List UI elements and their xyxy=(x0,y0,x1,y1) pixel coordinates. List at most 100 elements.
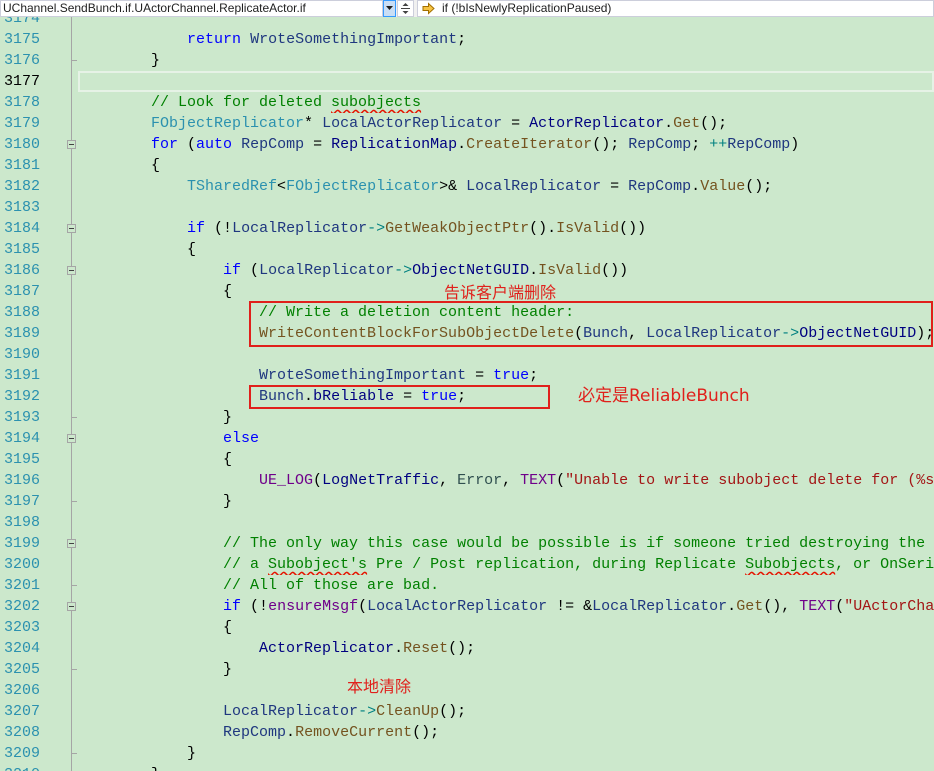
outline-end-marker xyxy=(71,585,77,586)
code-token: . xyxy=(727,598,737,615)
code-line[interactable]: 3194 else xyxy=(0,428,934,449)
collapse-button[interactable] xyxy=(67,140,76,149)
code-line[interactable]: 3209 } xyxy=(0,743,934,764)
code-token: = xyxy=(502,115,530,132)
collapse-button[interactable] xyxy=(67,602,76,611)
code-token: . xyxy=(286,724,296,741)
code-text: } xyxy=(79,407,934,428)
code-token: "UActorCha xyxy=(844,598,934,615)
code-line[interactable]: 3178 // Look for deleted subobjects xyxy=(0,92,934,113)
code-line[interactable]: 3195 { xyxy=(0,449,934,470)
outline-end-marker xyxy=(71,753,77,754)
code-token: RepComp xyxy=(628,178,692,195)
code-text: { xyxy=(79,449,934,470)
code-line[interactable]: 3185 { xyxy=(0,239,934,260)
code-token: ( xyxy=(313,472,323,489)
code-line[interactable]: 3204 ActorReplicator.Reset(); xyxy=(0,638,934,659)
code-line[interactable]: 3205 } xyxy=(0,659,934,680)
line-number: 3179 xyxy=(3,115,40,132)
code-line[interactable]: 3184 if (!LocalReplicator->GetWeakObject… xyxy=(0,218,934,239)
code-line[interactable]: 3182 TSharedRef<FObjectReplicator>& Loca… xyxy=(0,176,934,197)
code-line[interactable]: 3175 return WroteSomethingImportant; xyxy=(0,29,934,50)
code-line[interactable]: 3176 } xyxy=(0,50,934,71)
code-line[interactable]: 3186 if (LocalReplicator->ObjectNetGUID.… xyxy=(0,260,934,281)
line-number: 3203 xyxy=(3,619,40,636)
line-number: 3180 xyxy=(3,136,40,153)
code-token: ++ xyxy=(709,136,728,153)
code-line[interactable]: 3206 xyxy=(0,680,934,701)
collapse-button[interactable] xyxy=(67,434,76,443)
code-token: . xyxy=(529,262,539,279)
code-line[interactable]: 3203 { xyxy=(0,617,934,638)
code-line[interactable]: 3180 for (auto RepComp = ReplicationMap.… xyxy=(0,134,934,155)
code-text: RepComp.RemoveCurrent(); xyxy=(79,722,934,743)
code-token: (); xyxy=(439,703,467,720)
code-line[interactable]: 3202 if (!ensureMsgf(LocalActorReplicato… xyxy=(0,596,934,617)
code-line[interactable]: 3198 xyxy=(0,512,934,533)
code-line[interactable]: 3208 RepComp.RemoveCurrent(); xyxy=(0,722,934,743)
code-token: WroteSomethingImportant xyxy=(250,31,458,48)
code-line[interactable]: 3197 } xyxy=(0,491,934,512)
code-token: } xyxy=(223,493,233,510)
collapse-button[interactable] xyxy=(67,224,76,233)
scope-dropdown[interactable]: UChannel.SendBunch.if.UActorChannel.Repl… xyxy=(0,0,383,17)
code-text: else xyxy=(79,428,934,449)
code-line[interactable]: 3196 UE_LOG(LogNetTraffic, Error, TEXT("… xyxy=(0,470,934,491)
code-token: != & xyxy=(547,598,593,615)
code-line[interactable]: 3210 } xyxy=(0,764,934,771)
code-line[interactable]: 3193 } xyxy=(0,407,934,428)
code-text: ActorReplicator.Reset(); xyxy=(79,638,934,659)
code-line[interactable]: 3179 FObjectReplicator* LocalActorReplic… xyxy=(0,113,934,134)
code-line[interactable]: 3190 xyxy=(0,344,934,365)
code-token: Subobjects xyxy=(745,556,836,573)
code-token: = xyxy=(304,136,332,153)
scope-dropdown-button[interactable] xyxy=(383,0,396,17)
line-number: 3209 xyxy=(3,745,40,762)
code-token: if xyxy=(223,598,242,615)
code-text: } xyxy=(79,659,934,680)
line-number: 3204 xyxy=(3,640,40,657)
code-line[interactable]: 3181 { xyxy=(0,155,934,176)
code-token: LocalReplicator xyxy=(592,598,728,615)
code-line[interactable]: 3199 // The only way this case would be … xyxy=(0,533,934,554)
code-token: ( xyxy=(358,598,368,615)
line-number: 3188 xyxy=(3,304,40,321)
code-line[interactable]: 3201 // All of those are bad. xyxy=(0,575,934,596)
code-token: } xyxy=(223,661,233,678)
code-token: Error xyxy=(457,472,503,489)
code-token: . xyxy=(457,136,467,153)
annotation-box xyxy=(249,301,933,347)
code-line[interactable]: 3191 WroteSomethingImportant = true; xyxy=(0,365,934,386)
code-text: { xyxy=(79,155,934,176)
line-number: 3194 xyxy=(3,430,40,447)
code-line[interactable]: 3174 xyxy=(0,17,934,29)
code-token: CleanUp xyxy=(376,703,440,720)
code-line[interactable]: 3207 LocalReplicator->CleanUp(); xyxy=(0,701,934,722)
code-token: // Look for deleted xyxy=(151,94,332,111)
line-number: 3201 xyxy=(3,577,40,594)
collapse-button[interactable] xyxy=(67,266,76,275)
code-token: -> xyxy=(358,703,377,720)
code-text: if (LocalReplicator->ObjectNetGUID.IsVal… xyxy=(79,260,934,281)
code-line[interactable]: 3177 xyxy=(0,71,934,92)
line-number: 3193 xyxy=(3,409,40,426)
code-line[interactable]: 3183 xyxy=(0,197,934,218)
code-token: ActorReplicator xyxy=(529,115,665,132)
minus-icon xyxy=(69,270,74,271)
code-token: { xyxy=(223,619,233,636)
collapse-button[interactable] xyxy=(67,539,76,548)
line-number: 3208 xyxy=(3,724,40,741)
member-dropdown[interactable]: if (!bIsNewlyReplicationPaused) xyxy=(417,0,934,17)
code-line[interactable]: 3200 // a Subobject's Pre / Post replica… xyxy=(0,554,934,575)
split-window-button[interactable] xyxy=(397,0,414,17)
